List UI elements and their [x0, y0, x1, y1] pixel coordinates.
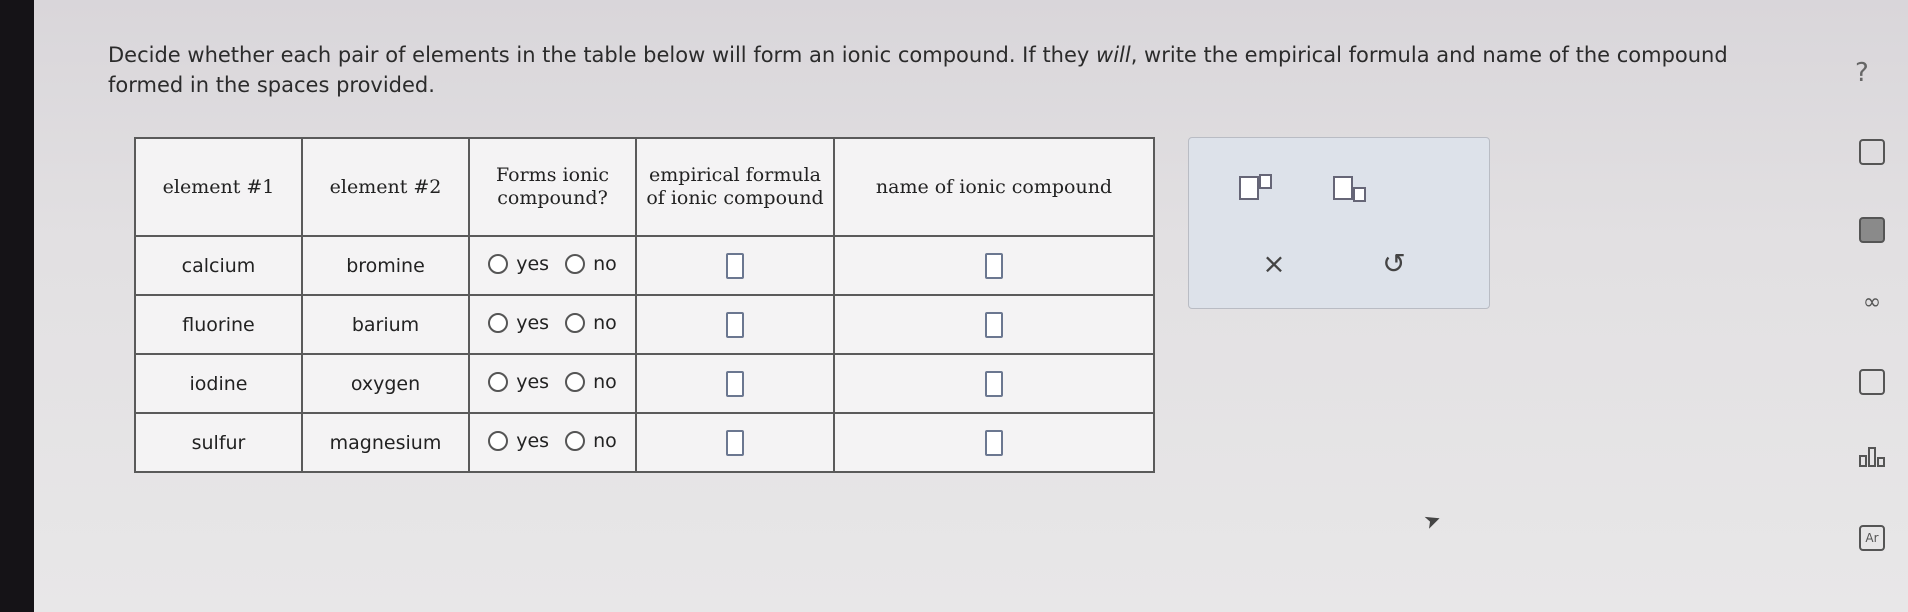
header-empirical-formula: empirical formula of ionic compound: [635, 137, 835, 237]
forms-ionic-cell: yes no: [468, 235, 637, 296]
table-header-row: element #1 element #2 Forms ionic compou…: [134, 137, 1155, 237]
formula-input[interactable]: [726, 311, 744, 338]
forms-ionic-cell: yes no: [468, 294, 637, 355]
formula-cell: [635, 412, 835, 473]
formula-cell: [635, 235, 835, 296]
undo-button[interactable]: ↺: [1369, 238, 1419, 288]
element-2-cell: bromine: [301, 235, 470, 296]
subscript-icon: [1332, 176, 1353, 200]
radio-circle[interactable]: [488, 371, 509, 392]
name-cell: [833, 294, 1155, 355]
answer-palette: × ↺: [1188, 137, 1490, 309]
radio-no[interactable]: no: [565, 253, 617, 275]
element-1-cell: iodine: [134, 353, 303, 414]
element-2-cell: barium: [301, 294, 470, 355]
calculator-icon[interactable]: [1855, 214, 1889, 246]
radio-circle[interactable]: [565, 371, 586, 392]
name-cell: [833, 235, 1155, 296]
infinity-icon[interactable]: ∞: [1855, 286, 1889, 318]
subscript-button[interactable]: [1319, 168, 1379, 208]
text-size-icon[interactable]: Ar: [1855, 522, 1889, 554]
compound-name-input[interactable]: [985, 370, 1003, 397]
formula-input[interactable]: [726, 429, 744, 456]
compound-name-input[interactable]: [985, 252, 1003, 279]
element-1-cell: fluorine: [134, 294, 303, 355]
element-1-cell: sulfur: [134, 412, 303, 473]
formula-cell: [635, 353, 835, 414]
radio-circle[interactable]: [488, 430, 509, 451]
formula-input[interactable]: [726, 370, 744, 397]
compound-name-input[interactable]: [985, 429, 1003, 456]
elements-table: element #1 element #2 Forms ionic compou…: [134, 137, 1155, 473]
radio-no[interactable]: no: [565, 312, 617, 334]
formula-cell: [635, 294, 835, 355]
compound-name-input[interactable]: [985, 311, 1003, 338]
radio-yes[interactable]: yes: [488, 312, 549, 334]
table-row: iodine oxygen yes no: [134, 353, 1155, 414]
radio-circle[interactable]: [565, 253, 586, 274]
name-cell: [833, 353, 1155, 414]
bar-chart-icon[interactable]: [1855, 440, 1889, 472]
clear-button[interactable]: ×: [1249, 238, 1299, 288]
table-row: calcium bromine yes no: [134, 235, 1155, 296]
element-1-cell: calcium: [134, 235, 303, 296]
radio-circle[interactable]: [565, 312, 586, 333]
element-2-cell: oxygen: [301, 353, 470, 414]
forms-ionic-cell: yes no: [468, 353, 637, 414]
radio-no[interactable]: no: [565, 371, 617, 393]
periodic-table-icon[interactable]: [1855, 136, 1889, 168]
table-row: sulfur magnesium yes no: [134, 412, 1155, 473]
question-emphasis: will: [1096, 43, 1131, 67]
table-row: fluorine barium yes no: [134, 294, 1155, 355]
radio-yes[interactable]: yes: [488, 253, 549, 275]
radio-circle[interactable]: [488, 253, 509, 274]
header-compound-name: name of ionic compound: [833, 137, 1155, 237]
radio-yes[interactable]: yes: [488, 371, 549, 393]
header-element-2: element #2: [301, 137, 470, 237]
header-forms-ionic: Forms ionic compound?: [468, 137, 637, 237]
superscript-icon: [1238, 176, 1259, 200]
superscript-button[interactable]: [1225, 168, 1285, 208]
question-text: Decide whether each pair of elements in …: [108, 43, 1728, 97]
formula-input[interactable]: [726, 252, 744, 279]
forms-ionic-cell: yes no: [468, 412, 637, 473]
radio-no[interactable]: no: [565, 430, 617, 452]
radio-circle[interactable]: [488, 312, 509, 333]
help-icon[interactable]: ?: [1855, 58, 1869, 88]
element-2-cell: magnesium: [301, 412, 470, 473]
name-cell: [833, 412, 1155, 473]
screen-bezel: [0, 0, 34, 612]
radio-circle[interactable]: [565, 430, 586, 451]
header-element-1: element #1: [134, 137, 303, 237]
radio-yes[interactable]: yes: [488, 430, 549, 452]
notes-icon[interactable]: [1855, 366, 1889, 398]
